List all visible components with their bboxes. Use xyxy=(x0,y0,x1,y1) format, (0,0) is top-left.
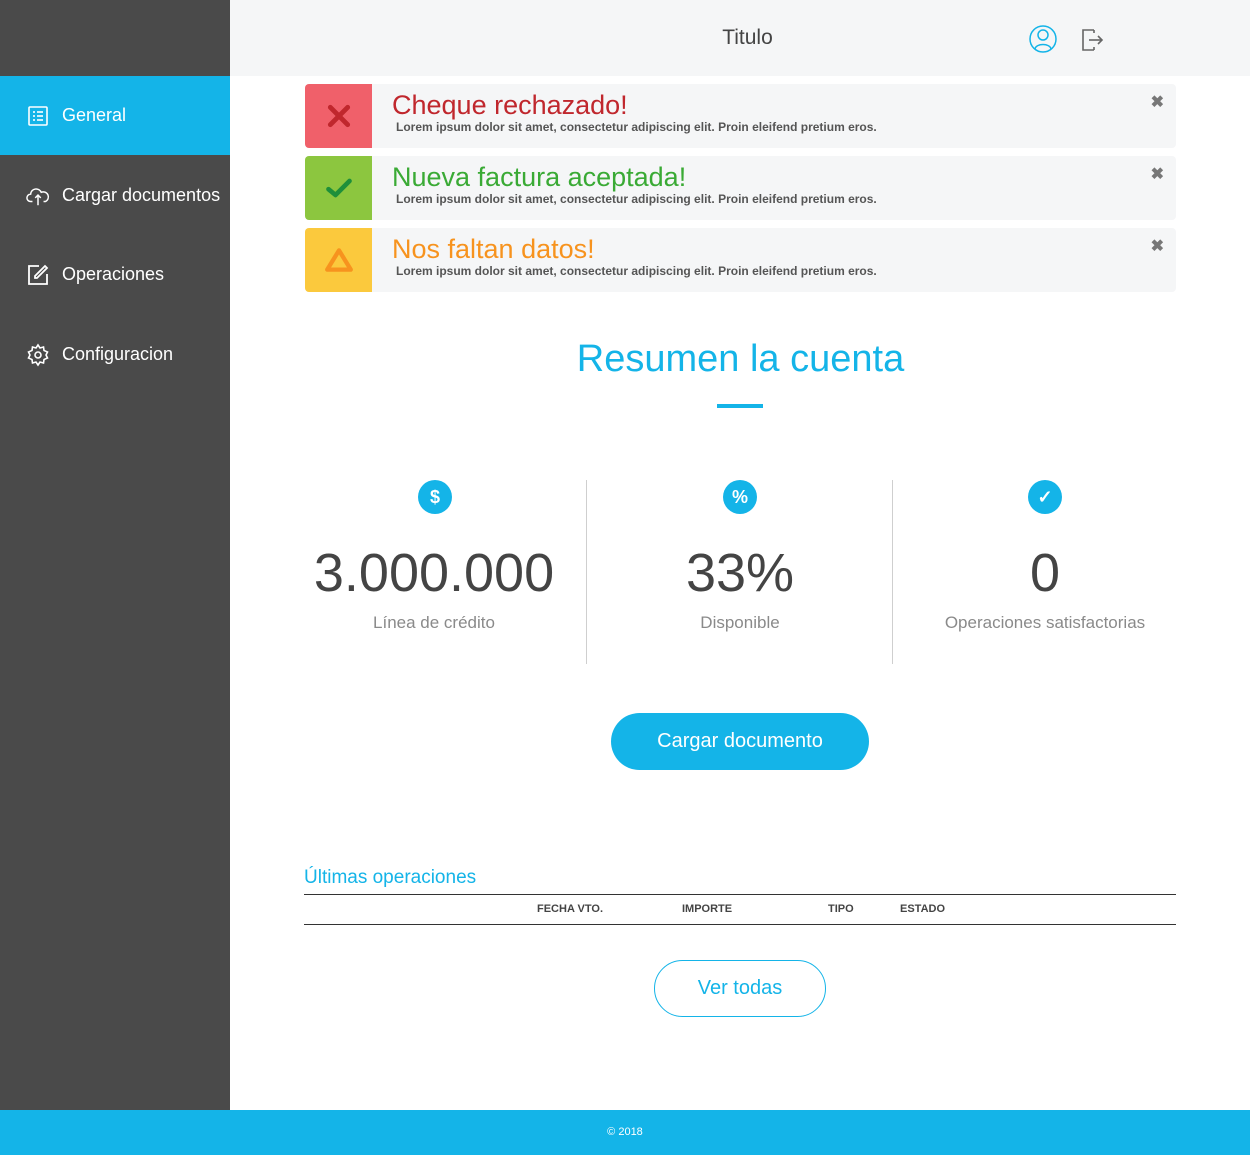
sidebar: General Cargar documentos Operaciones Co… xyxy=(0,0,230,1110)
check-icon xyxy=(305,156,372,220)
alert-text: Lorem ipsum dolor sit amet, consectetur … xyxy=(396,192,877,206)
column-header-estado: ESTADO xyxy=(900,903,946,915)
logout-icon[interactable] xyxy=(1078,24,1108,54)
check-circle-icon: ✓ xyxy=(1028,480,1062,514)
dollar-icon: $ xyxy=(418,480,452,514)
x-icon xyxy=(305,84,372,148)
cloud-upload-icon xyxy=(0,184,62,208)
sidebar-item-configuracion[interactable]: Configuracion xyxy=(0,315,230,394)
stat-operaciones: ✓ 0 Operaciones satisfactorias xyxy=(916,480,1206,664)
divider xyxy=(586,480,587,664)
summary-title: Resumen la cuenta xyxy=(576,338,905,380)
stat-label: Disponible xyxy=(700,613,780,632)
close-icon[interactable]: ✖ xyxy=(1151,236,1164,256)
sidebar-item-label: Operaciones xyxy=(62,264,165,284)
warning-icon xyxy=(305,228,372,292)
upload-document-button[interactable]: Cargar documento xyxy=(611,713,869,770)
alert-title: Nos faltan datos! xyxy=(392,234,595,264)
alert-text: Lorem ipsum dolor sit amet, consectetur … xyxy=(396,264,877,278)
title-underline xyxy=(717,404,763,408)
alert-title: Cheque rechazado! xyxy=(392,90,628,120)
stat-label: Línea de crédito xyxy=(373,613,495,632)
alert-success: Nueva factura aceptada! Lorem ipsum dolo… xyxy=(305,156,1176,220)
edit-icon xyxy=(0,263,62,287)
column-header-tipo: TIPO xyxy=(828,903,854,915)
alert-title: Nueva factura aceptada! xyxy=(392,162,687,192)
sidebar-item-label: Cargar documentos xyxy=(62,185,221,205)
list-icon xyxy=(0,104,62,128)
alert-error: Cheque rechazado! Lorem ipsum dolor sit … xyxy=(305,84,1176,148)
stat-disponible: % 33% Disponible xyxy=(611,480,901,664)
sidebar-item-operaciones[interactable]: Operaciones xyxy=(0,235,230,314)
alert-warning: Nos faltan datos! Lorem ipsum dolor sit … xyxy=(305,228,1176,292)
stat-value: 3.000.000 xyxy=(313,543,555,603)
sidebar-item-label: Configuracion xyxy=(62,344,174,364)
gear-icon xyxy=(0,343,62,367)
table-top-border xyxy=(304,894,1176,895)
view-all-button[interactable]: Ver todas xyxy=(654,960,826,1017)
close-icon[interactable]: ✖ xyxy=(1151,164,1164,184)
alert-text: Lorem ipsum dolor sit amet, consectetur … xyxy=(396,120,877,134)
stat-value: 33% xyxy=(685,543,795,603)
footer: © 2018 xyxy=(0,1110,1250,1155)
operations-title: Últimas operaciones xyxy=(304,867,477,888)
close-icon[interactable]: ✖ xyxy=(1151,92,1164,112)
sidebar-item-cargar-documentos[interactable]: Cargar documentos xyxy=(0,156,230,235)
sidebar-item-label: General xyxy=(62,105,127,125)
percent-icon: % xyxy=(723,480,757,514)
sidebar-item-general[interactable]: General xyxy=(0,76,230,155)
stat-linea-credito: $ 3.000.000 Línea de crédito xyxy=(305,480,595,664)
divider xyxy=(892,480,893,664)
table-header-border xyxy=(304,924,1176,925)
user-icon[interactable] xyxy=(1028,24,1058,54)
stat-label: Operaciones satisfactorias xyxy=(944,613,1146,632)
column-header-importe: IMPORTE xyxy=(682,903,733,915)
column-header-fecha: FECHA VTO. xyxy=(537,903,604,915)
header: Titulo xyxy=(230,0,1250,76)
stat-value: 0 xyxy=(1029,543,1061,603)
